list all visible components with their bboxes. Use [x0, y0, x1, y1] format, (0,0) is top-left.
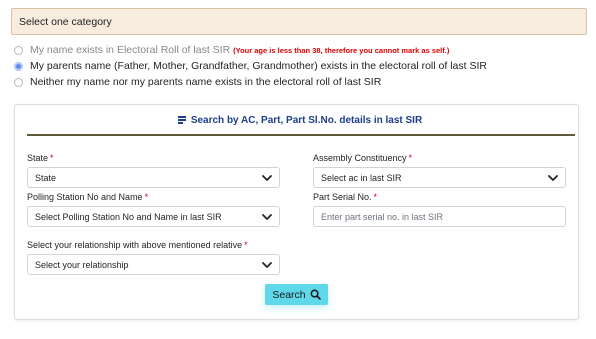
- relationship-select[interactable]: Select your relationship: [27, 254, 280, 275]
- search-button[interactable]: Search: [265, 284, 328, 305]
- assembly-select-value: Select ac in last SIR: [321, 172, 402, 183]
- search-card: Search by AC, Part, Part Sl.No. details …: [14, 104, 579, 320]
- chevron-down-icon: [262, 214, 272, 220]
- radio-neither-label: Neither my name nor my parents name exis…: [30, 76, 382, 88]
- chevron-down-icon: [262, 262, 272, 268]
- assembly-label: Assembly Constituency *: [313, 153, 413, 163]
- category-header: Select one category: [11, 8, 587, 35]
- age-warning: (Your age is less than 38, therefore you…: [233, 45, 450, 55]
- polling-select[interactable]: Select Polling Station No and Name in la…: [27, 206, 280, 227]
- serial-label: Part Serial No. *: [313, 192, 378, 202]
- chevron-down-icon: [262, 175, 272, 181]
- serial-input[interactable]: Enter part serial no. in last SIR: [313, 206, 566, 227]
- assembly-select[interactable]: Select ac in last SIR: [313, 167, 566, 188]
- radio-self[interactable]: My name exists in Electoral Roll of last…: [14, 44, 449, 56]
- state-select-value: State: [35, 172, 57, 183]
- category-header-text: Select one category: [19, 15, 112, 28]
- serial-input-placeholder: Enter part serial no. in last SIR: [321, 211, 444, 222]
- tab-underline: [27, 134, 575, 136]
- radio-parents[interactable]: My parents name (Father, Mother, Grandfa…: [14, 60, 487, 72]
- search-icon: [310, 289, 321, 300]
- chevron-down-icon: [548, 175, 558, 181]
- state-select[interactable]: State: [27, 167, 280, 188]
- relationship-label: Select your relationship with above ment…: [27, 240, 248, 250]
- search-button-label: Search: [272, 288, 306, 301]
- relationship-select-value: Select your relationship: [35, 259, 129, 270]
- polling-label: Polling Station No and Name *: [27, 192, 149, 202]
- radio-button-parents[interactable]: [14, 61, 23, 71]
- radio-button-self[interactable]: [14, 45, 23, 55]
- tab-search-by-ac-label: Search by AC, Part, Part Sl.No. details …: [190, 114, 423, 126]
- radio-self-label: My name exists in Electoral Roll of last…: [30, 44, 231, 56]
- state-label: State *: [27, 153, 54, 163]
- list-icon: [177, 115, 186, 125]
- radio-parents-label: My parents name (Father, Mother, Grandfa…: [30, 60, 487, 72]
- tab-search-by-ac[interactable]: Search by AC, Part, Part Sl.No. details …: [27, 105, 573, 135]
- radio-neither[interactable]: Neither my name nor my parents name exis…: [14, 76, 381, 88]
- polling-select-value: Select Polling Station No and Name in la…: [35, 211, 222, 222]
- radio-button-neither[interactable]: [14, 77, 23, 87]
